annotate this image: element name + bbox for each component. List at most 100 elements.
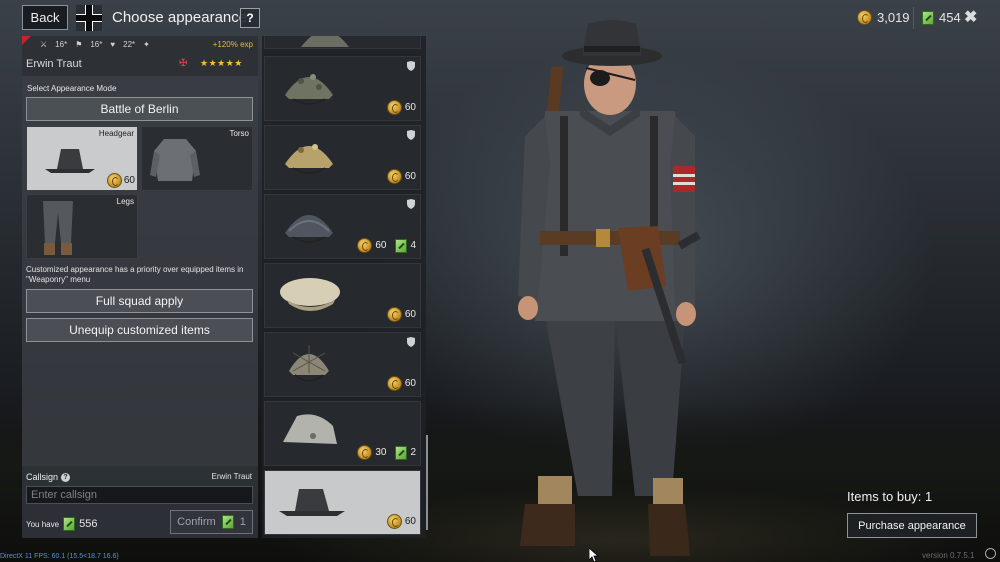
rank-stars: ★★★★★ — [200, 58, 243, 68]
headgear-item-partial[interactable] — [264, 36, 421, 49]
headgear-item-side-cap[interactable]: 30 2 — [264, 401, 421, 466]
ticket-balance-value: 454 — [939, 10, 961, 25]
helmet-icon — [301, 36, 349, 47]
slot-headgear-price: 60 — [106, 173, 135, 188]
ticket-icon — [395, 238, 408, 253]
headgear-item-tan-helmet[interactable]: 60 — [264, 125, 421, 190]
camo-helmet-icon — [285, 74, 333, 105]
headgear-item-net-helmet[interactable]: 60 — [264, 332, 421, 397]
callsign-current-name: Erwin Traut — [211, 472, 252, 481]
headgear-list[interactable]: 60 60 60 4 60 60 30 2 60 — [262, 36, 426, 538]
slot-legs[interactable]: Legs — [26, 194, 138, 259]
item-price: 60 — [386, 307, 416, 322]
shield-icon — [407, 130, 415, 140]
soldier-card[interactable]: ⚔ 16* ⚑ 16* ♥ 22* ✦ +120% exp Erwin Trau… — [22, 36, 258, 76]
gold-coin-icon — [357, 238, 373, 253]
balkenkreuz-icon — [76, 5, 102, 31]
you-have-amount: 556 — [79, 518, 98, 530]
confirm-cost: 1 — [239, 516, 246, 528]
stat-agility: 16* — [90, 40, 103, 49]
item-gold-price: 60 — [404, 516, 416, 527]
side-cap-icon — [283, 414, 337, 444]
purchase-appearance-button[interactable]: Purchase appearance — [847, 513, 977, 538]
ticket-icon — [395, 445, 408, 460]
top-bar: Back Choose appearance ? 3,019 454 ✖ — [0, 0, 1000, 36]
gold-coin-icon — [357, 445, 373, 460]
appearance-mode-select[interactable]: Battle of Berlin — [26, 97, 253, 121]
slot-legs-label: Legs — [116, 197, 134, 206]
question-icon[interactable]: ? — [61, 472, 71, 482]
callsign-input[interactable] — [26, 486, 253, 504]
item-ticket-price: 4 — [410, 240, 416, 251]
item-ticket-price: 2 — [410, 447, 416, 458]
item-gold-price: 60 — [404, 102, 416, 113]
item-gold-price: 60 — [404, 171, 416, 182]
unequip-customized-button[interactable]: Unequip customized items — [26, 318, 253, 342]
loading-icon — [985, 548, 996, 559]
rank-icon: ✠ — [179, 58, 188, 69]
stat-health: 22* — [123, 40, 136, 49]
gold-coin-icon — [386, 307, 402, 322]
slot-torso-label: Torso — [229, 129, 249, 138]
steel-helmet-icon — [285, 215, 333, 243]
ticket-icon — [922, 10, 934, 25]
you-have-label: You have — [26, 519, 60, 529]
mouse-cursor-icon — [589, 548, 600, 562]
items-scrollbar[interactable] — [426, 435, 428, 530]
item-price: 60 — [386, 169, 416, 184]
help-button[interactable]: ? — [240, 8, 260, 28]
confirm-callsign-button[interactable]: Confirm 1 — [170, 510, 253, 534]
fedora-hat-icon — [279, 489, 345, 516]
item-gold-price: 60 — [404, 378, 416, 389]
appearance-mode-label: Select Appearance Mode — [27, 84, 117, 93]
headgear-item-camo-helmet[interactable]: 60 — [264, 56, 421, 121]
callsign-section: Callsign ? Erwin Traut You have 556 Conf… — [22, 466, 258, 538]
stat-boot-icon: ⚑ — [75, 40, 83, 49]
ticket-icon — [63, 517, 76, 531]
slot-torso[interactable]: Torso — [141, 126, 253, 191]
stat-level: 16* — [55, 40, 68, 49]
cloth-cap-icon — [280, 278, 340, 311]
class-icon: ⚔ — [40, 40, 48, 49]
currency-divider — [913, 7, 914, 29]
shield-icon — [407, 199, 415, 209]
back-button[interactable]: Back — [22, 5, 68, 30]
gold-balance-value: 3,019 — [877, 10, 910, 25]
slot-headgear[interactable]: Headgear 60 — [26, 126, 138, 191]
tan-camo-helmet-icon — [285, 144, 333, 174]
gold-coin-icon — [386, 100, 402, 115]
item-price: 60 — [386, 100, 416, 115]
headgear-item-grey-helmet[interactable]: 60 4 — [264, 194, 421, 259]
priority-note: Customized appearance has a priority ove… — [26, 265, 244, 284]
item-price: 30 2 — [357, 445, 416, 460]
gold-coin-icon — [386, 514, 402, 529]
fedora-hat-icon — [45, 149, 95, 173]
headgear-item-fedora[interactable]: 60 — [264, 470, 421, 535]
headgear-item-cloth-cap[interactable]: 60 — [264, 263, 421, 328]
callsign-label-text: Callsign — [26, 472, 59, 482]
appearance-panel: ⚔ 16* ⚑ 16* ♥ 22* ✦ +120% exp Erwin Trau… — [22, 36, 258, 538]
gold-coin-icon — [857, 10, 872, 25]
slot-headgear-price-value: 60 — [123, 175, 135, 186]
gold-coin-icon — [386, 376, 402, 391]
ticket-icon — [221, 515, 234, 529]
shield-icon — [407, 61, 415, 71]
item-price: 60 — [386, 376, 416, 391]
fps-status: DirectX 11 FPS: 60.1 (15.5<18.7 16.6) — [0, 553, 119, 560]
item-price: 60 4 — [357, 238, 416, 253]
version-label: version 0.7.5.1 — [922, 551, 975, 560]
close-button[interactable]: ✖ — [964, 7, 977, 27]
trousers-icon — [43, 201, 73, 255]
item-gold-price: 60 — [404, 309, 416, 320]
item-gold-price: 60 — [375, 240, 387, 251]
ticket-balance: 454 — [922, 10, 961, 25]
slot-headgear-label: Headgear — [98, 129, 134, 138]
shield-icon — [407, 337, 415, 347]
soldier-name: Erwin Traut — [26, 58, 82, 70]
items-to-buy: Items to buy: 1 — [847, 489, 933, 504]
soldier-model — [518, 20, 701, 556]
stat-heart-icon: ♥ — [110, 40, 116, 49]
net-helmet-icon — [289, 345, 329, 382]
exp-bonus: +120% exp — [212, 40, 253, 49]
full-squad-apply-button[interactable]: Full squad apply — [26, 289, 253, 313]
